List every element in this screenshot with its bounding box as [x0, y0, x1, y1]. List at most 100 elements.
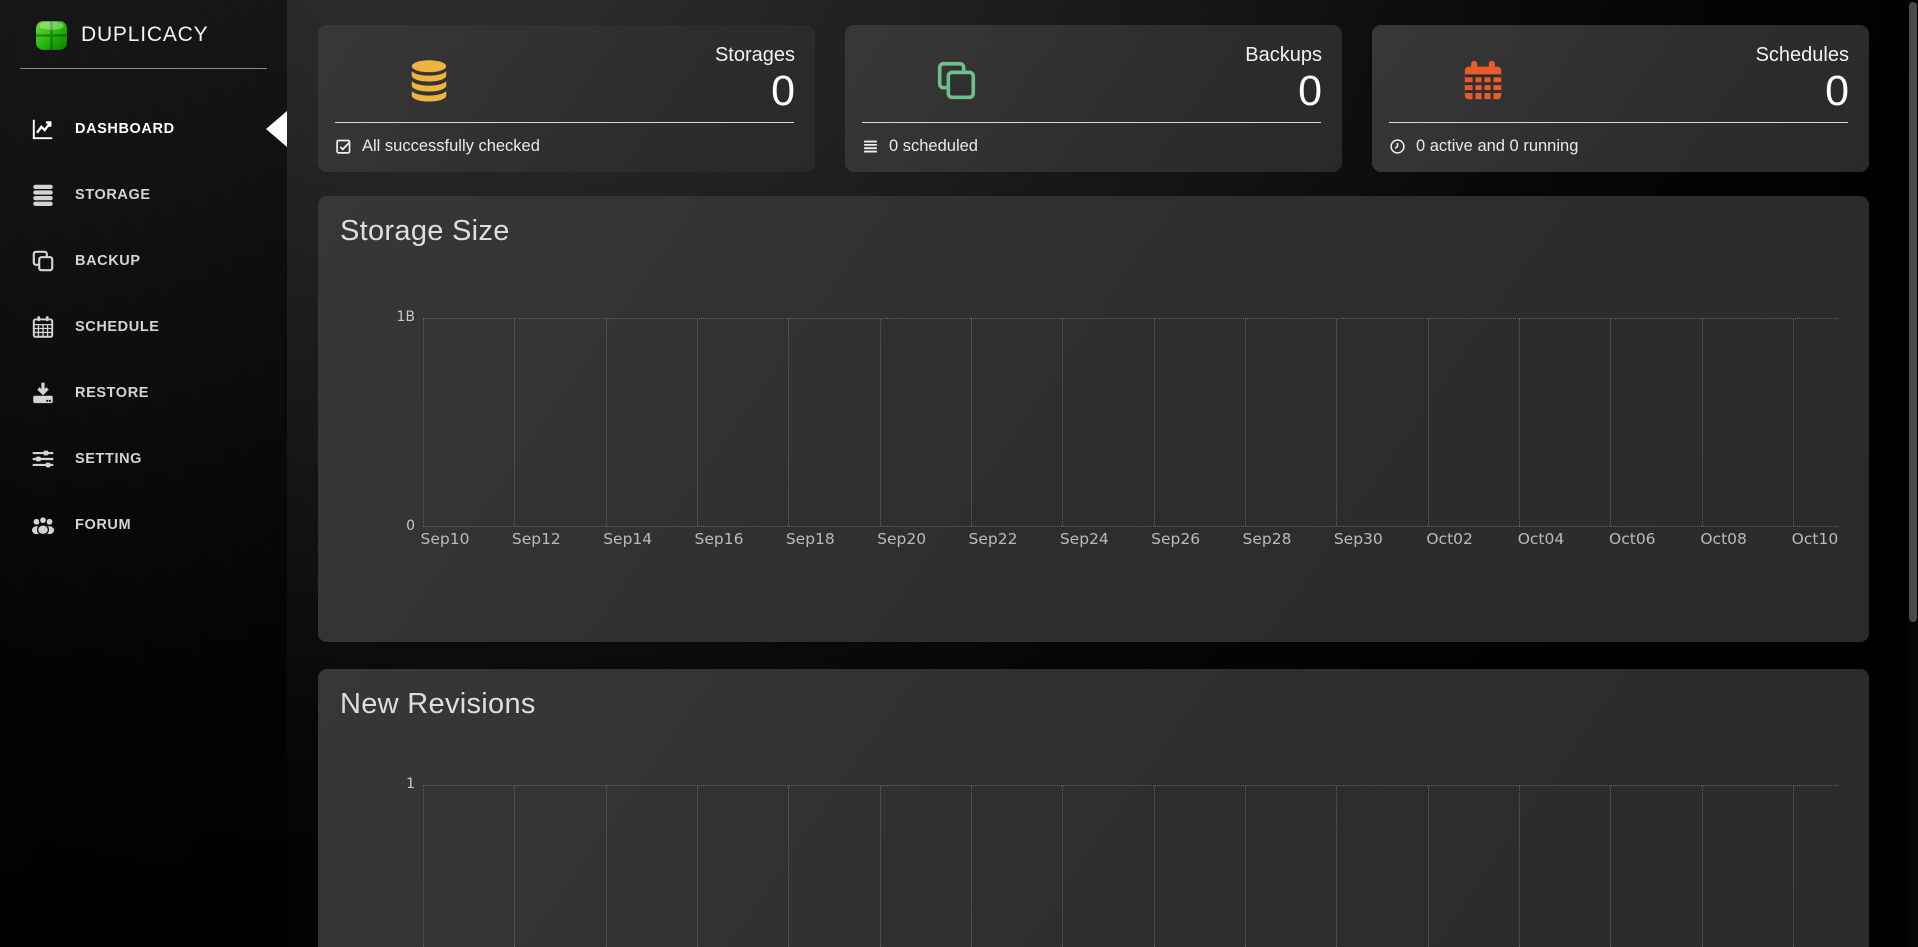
users-icon [30, 512, 56, 538]
sidebar-nav: DASHBOARD STORAGE [0, 96, 287, 558]
x-tick-label: Sep26 [1151, 530, 1200, 548]
calendar-icon [30, 314, 56, 340]
sidebar-item-backup[interactable]: BACKUP [0, 228, 287, 294]
sidebar-item-label: RESTORE [75, 385, 149, 401]
x-gridline [1793, 786, 1794, 947]
x-axis-labels: Sep10Sep12Sep14Sep16Sep18Sep20Sep22Sep24… [318, 530, 1869, 552]
x-gridline [1062, 786, 1063, 947]
x-tick-label: Sep14 [603, 530, 652, 548]
clock-icon [1389, 138, 1406, 155]
x-gridline [423, 786, 424, 947]
checkbox-checked-icon [335, 138, 352, 155]
sidebar-item-label: FORUM [75, 517, 131, 533]
card-value: 0 [1756, 68, 1849, 114]
x-gridline [880, 786, 881, 947]
sidebar-item-setting[interactable]: SETTING [0, 426, 287, 492]
x-tick-label: Sep16 [695, 530, 744, 548]
card-value: 0 [715, 68, 795, 114]
card-title: Backups [1245, 44, 1322, 67]
database-icon [30, 182, 56, 208]
x-gridline [1519, 786, 1520, 947]
sidebar-item-schedule[interactable]: SCHEDULE [0, 294, 287, 360]
x-gridline [1336, 786, 1337, 947]
sidebar-item-label: SCHEDULE [75, 319, 160, 335]
active-item-arrow [266, 111, 287, 147]
download-icon [30, 380, 56, 406]
sidebar: DUPLICACY DASHBOARD [0, 0, 287, 947]
x-tick-label: Sep28 [1243, 530, 1292, 548]
database-icon [406, 58, 452, 104]
x-gridline [1702, 786, 1703, 947]
x-gridline [1428, 786, 1429, 947]
x-gridline [1154, 319, 1155, 526]
list-icon [862, 138, 879, 155]
card-divider [862, 122, 1321, 123]
x-gridline [697, 319, 698, 526]
main-content: Storages 0 All successfully checked [287, 0, 1918, 947]
schedules-card: Schedules 0 0 active and 0 running [1372, 25, 1869, 172]
card-status: All successfully checked [335, 131, 540, 161]
sidebar-item-label: BACKUP [75, 253, 141, 269]
x-tick-label: Oct10 [1792, 530, 1839, 548]
x-gridline [1519, 319, 1520, 526]
logo: DUPLICACY [0, 0, 287, 53]
x-gridline [1336, 319, 1337, 526]
x-tick-label: Sep20 [877, 530, 926, 548]
x-gridline [606, 786, 607, 947]
x-gridline [1245, 319, 1246, 526]
x-gridline [788, 786, 789, 947]
card-meta: Backups 0 [1245, 44, 1322, 114]
copy-icon [933, 58, 979, 104]
scrollbar-thumb[interactable] [1909, 2, 1917, 622]
card-meta: Schedules 0 [1756, 44, 1849, 114]
card-divider [1389, 122, 1848, 123]
calendar-icon [1460, 58, 1506, 104]
x-gridline [1793, 319, 1794, 526]
app-title: DUPLICACY [81, 23, 208, 47]
card-title: Schedules [1756, 44, 1849, 67]
x-tick-label: Oct06 [1609, 530, 1656, 548]
x-tick-label: Sep22 [969, 530, 1018, 548]
storage-size-panel: Storage Size 1B 0 Sep10Sep12Sep14Sep16Se… [318, 196, 1869, 642]
y-tick-label: 1 [318, 776, 415, 792]
scrollbar-track[interactable] [1908, 0, 1918, 947]
copy-icon [30, 248, 56, 274]
card-status-text: 0 active and 0 running [1416, 137, 1578, 156]
x-tick-label: Sep12 [512, 530, 561, 548]
x-gridline [971, 319, 972, 526]
card-value: 0 [1245, 68, 1322, 114]
x-gridline [971, 786, 972, 947]
x-tick-label: Sep18 [786, 530, 835, 548]
new-revisions-plot [423, 785, 1838, 947]
duplicacy-app: DUPLICACY DASHBOARD [0, 0, 1918, 947]
card-title: Storages [715, 44, 795, 67]
x-gridline [697, 786, 698, 947]
sidebar-item-dashboard[interactable]: DASHBOARD [0, 96, 287, 162]
storage-size-plot [423, 318, 1838, 527]
sidebar-item-storage[interactable]: STORAGE [0, 162, 287, 228]
y-tick-label: 1B [318, 309, 415, 325]
chart-line-icon [30, 116, 56, 142]
x-gridline [1245, 786, 1246, 947]
x-gridline [514, 786, 515, 947]
sidebar-item-forum[interactable]: FORUM [0, 492, 287, 558]
card-status: 0 scheduled [862, 131, 978, 161]
x-tick-label: Sep30 [1334, 530, 1383, 548]
x-gridline [514, 319, 515, 526]
x-tick-label: Oct02 [1426, 530, 1473, 548]
x-gridline [1062, 319, 1063, 526]
card-status-text: All successfully checked [362, 137, 540, 156]
sidebar-divider [20, 68, 267, 69]
x-tick-label: Oct08 [1700, 530, 1747, 548]
card-meta: Storages 0 [715, 44, 795, 114]
x-gridline [1610, 319, 1611, 526]
duplicacy-logo-icon [33, 16, 70, 53]
x-gridline [606, 319, 607, 526]
sidebar-item-restore[interactable]: RESTORE [0, 360, 287, 426]
storages-card: Storages 0 All successfully checked [318, 25, 815, 172]
x-gridline [423, 319, 424, 526]
x-gridline [1428, 319, 1429, 526]
x-tick-label: Sep10 [421, 530, 470, 548]
sidebar-item-label: SETTING [75, 451, 142, 467]
card-status-text: 0 scheduled [889, 137, 978, 156]
